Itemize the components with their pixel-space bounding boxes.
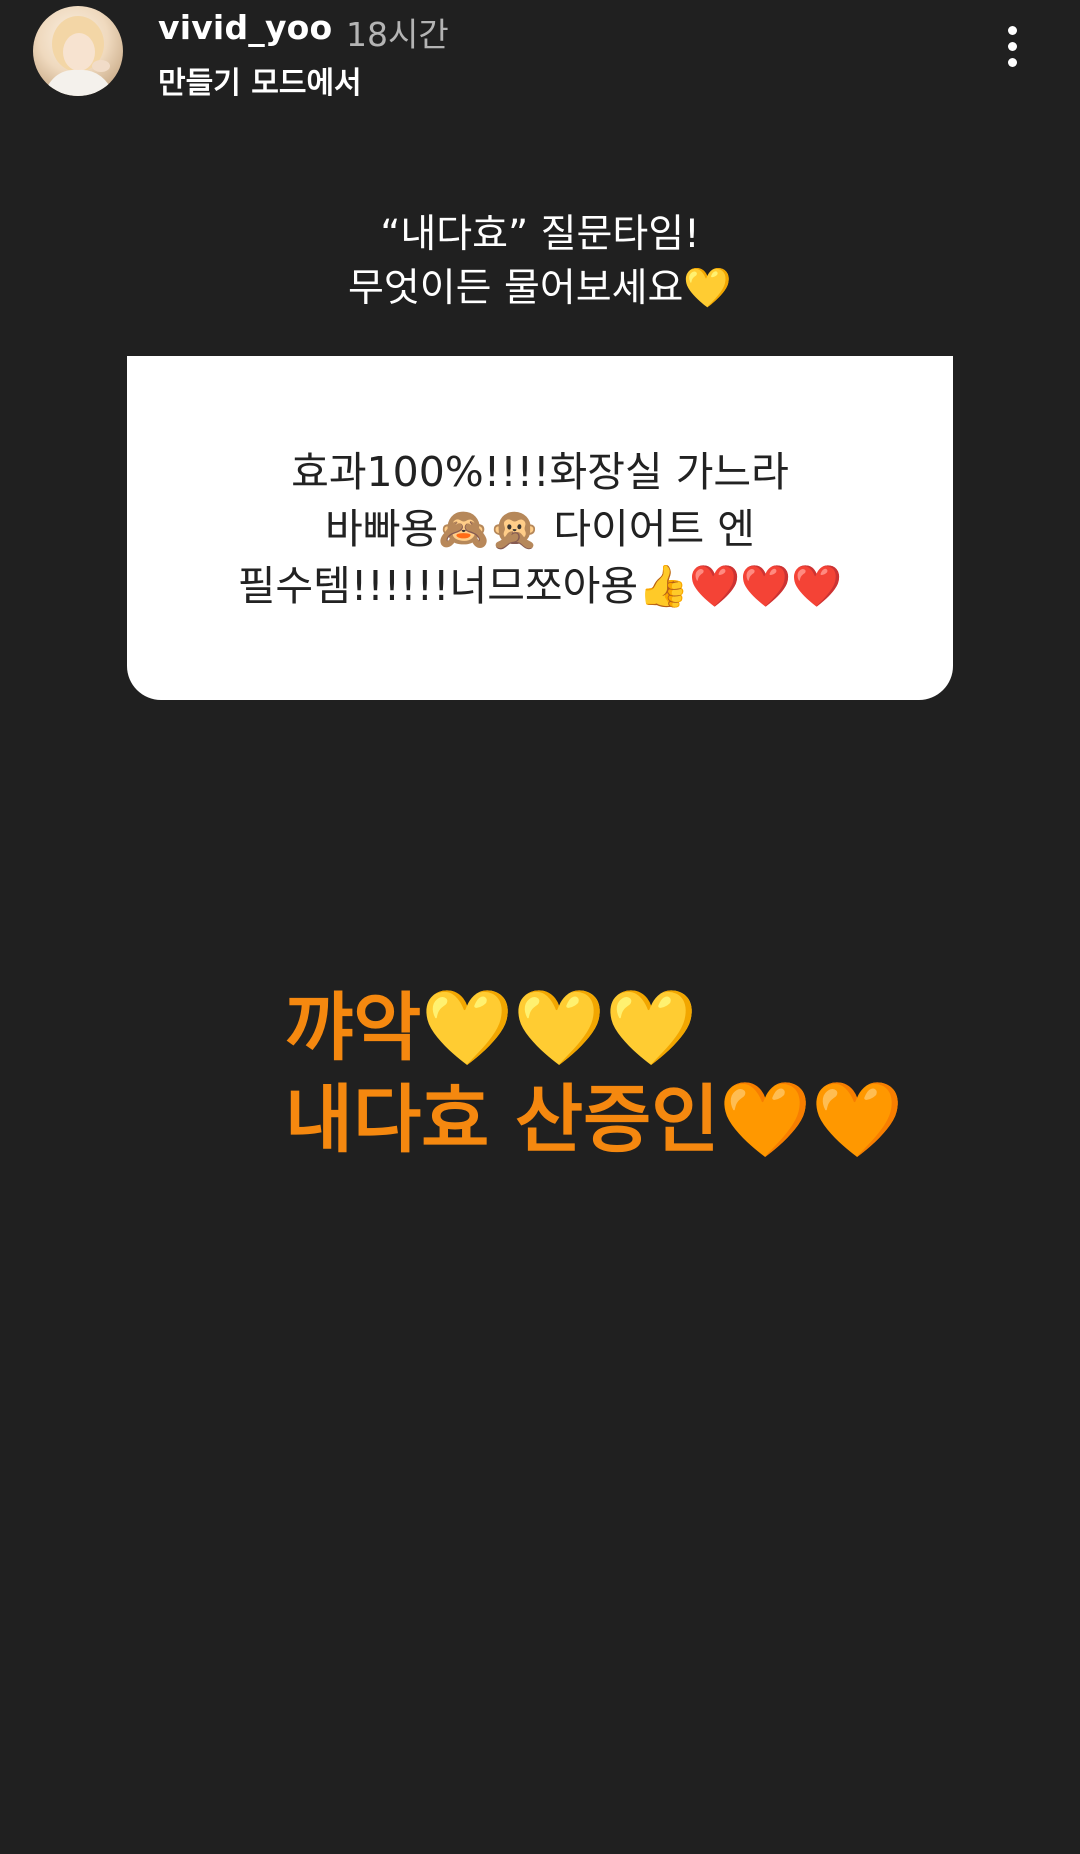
more-dot: [1007, 25, 1017, 35]
overlay-caption: 꺄악💛💛💛 내다효 산증인🧡🧡: [285, 982, 1005, 1166]
answer-line: 필수템!!!!!!너므쪼아용👍❤️❤️❤️: [237, 562, 843, 610]
caption-line: 내다효 산증인🧡🧡: [285, 1077, 904, 1163]
story-header: vivid_yoo 18시간 만들기 모드에서: [0, 0, 1080, 110]
question-title: “내다효” 질문타임!: [380, 212, 700, 257]
answer-line: 효과100%!!!!화장실 가느라: [291, 448, 789, 496]
more-options-icon[interactable]: [990, 18, 1034, 74]
avatar[interactable]: [33, 6, 123, 96]
question-prompt: 무엇이든 물어보세요💛: [348, 266, 732, 311]
username[interactable]: vivid_yoo: [158, 8, 332, 47]
answer-text: 효과100%!!!!화장실 가느라 바빠용🙈🙊 다이어트 엔 필수템!!!!!!…: [127, 444, 953, 615]
more-dot: [1007, 57, 1017, 67]
more-dot: [1007, 41, 1017, 51]
caption-line: 꺄악💛💛💛: [285, 985, 698, 1071]
answer-line: 바빠용🙈🙊 다이어트 엔: [325, 505, 755, 553]
answer-card: 효과100%!!!!화장실 가느라 바빠용🙈🙊 다이어트 엔 필수템!!!!!!…: [127, 356, 953, 700]
question-header: “내다효” 질문타임! 무엇이든 물어보세요💛: [0, 208, 1080, 316]
story-subtitle: 만들기 모드에서: [158, 66, 362, 101]
timestamp: 18시간: [346, 15, 449, 54]
